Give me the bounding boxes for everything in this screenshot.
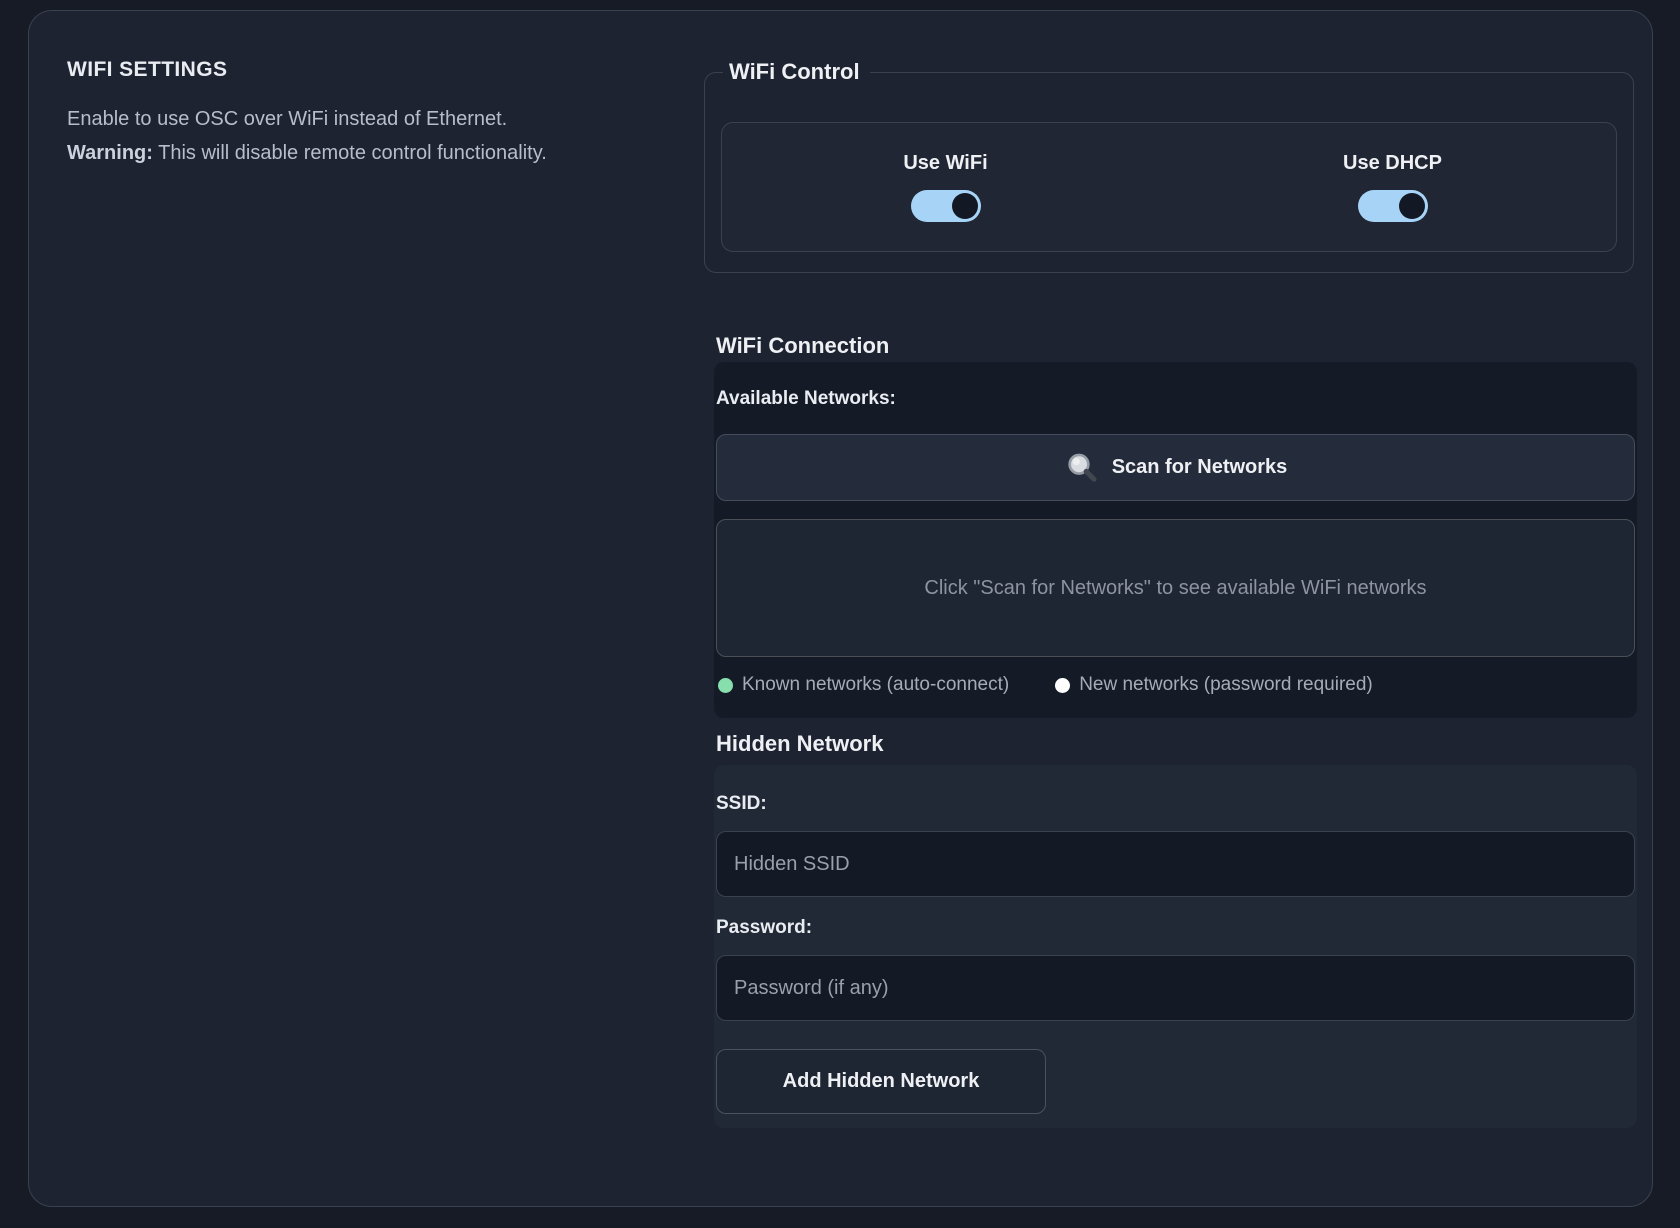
settings-description: Enable to use OSC over WiFi instead of E… bbox=[67, 102, 704, 170]
ssid-label: SSID: bbox=[716, 793, 1635, 815]
network-legend: Known networks (auto-connect) New networ… bbox=[716, 674, 1635, 696]
scan-for-networks-button[interactable]: Scan for Networks bbox=[716, 434, 1635, 501]
warning-text: This will disable remote control functio… bbox=[153, 142, 547, 164]
add-hidden-network-button[interactable]: Add Hidden Network bbox=[716, 1049, 1046, 1114]
wifi-control-title: WiFi Control bbox=[723, 59, 870, 85]
settings-card: WIFI SETTINGS Enable to use OSC over WiF… bbox=[28, 10, 1653, 1207]
hidden-network-panel: SSID: Password: Add Hidden Network bbox=[714, 765, 1637, 1128]
legend-new-networks: New networks (password required) bbox=[1055, 674, 1373, 696]
legend-known-label: Known networks (auto-connect) bbox=[742, 674, 1009, 696]
search-icon bbox=[1064, 450, 1100, 486]
wifi-connection-title: WiFi Connection bbox=[716, 333, 1634, 359]
network-list-empty-state: Click "Scan for Networks" to see availab… bbox=[716, 519, 1635, 657]
use-wifi-toggle[interactable] bbox=[911, 190, 981, 222]
new-network-dot bbox=[1055, 678, 1070, 693]
toggle-knob bbox=[952, 193, 978, 219]
known-network-dot bbox=[718, 678, 733, 693]
ssid-input[interactable] bbox=[716, 831, 1635, 897]
empty-state-text: Click "Scan for Networks" to see availab… bbox=[924, 577, 1426, 600]
password-label: Password: bbox=[716, 917, 1635, 939]
use-wifi-group: Use WiFi bbox=[722, 123, 1169, 251]
hidden-network-title: Hidden Network bbox=[716, 731, 1634, 757]
wifi-settings-intro: WIFI SETTINGS Enable to use OSC over WiF… bbox=[67, 55, 704, 1128]
password-input[interactable] bbox=[716, 955, 1635, 1021]
legend-new-label: New networks (password required) bbox=[1079, 674, 1373, 696]
available-networks-label: Available Networks: bbox=[716, 388, 1635, 410]
use-dhcp-label: Use DHCP bbox=[1343, 152, 1442, 175]
use-dhcp-group: Use DHCP bbox=[1169, 123, 1616, 251]
wifi-settings-main: WiFi Control Use WiFi Use DHCP bbox=[704, 55, 1634, 1128]
use-wifi-label: Use WiFi bbox=[903, 152, 987, 175]
wifi-control-group: WiFi Control Use WiFi Use DHCP bbox=[704, 59, 1634, 273]
use-dhcp-toggle[interactable] bbox=[1358, 190, 1428, 222]
page-title: WIFI SETTINGS bbox=[67, 55, 704, 82]
warning-label: Warning: bbox=[67, 142, 153, 164]
description-text: Enable to use OSC over WiFi instead of E… bbox=[67, 108, 507, 130]
legend-known-networks: Known networks (auto-connect) bbox=[718, 674, 1009, 696]
wifi-connection-panel: Available Networks: Scan for Networks Cl… bbox=[714, 362, 1637, 718]
scan-button-label: Scan for Networks bbox=[1112, 456, 1288, 479]
toggle-knob bbox=[1399, 193, 1425, 219]
wifi-control-toggles: Use WiFi Use DHCP bbox=[721, 122, 1617, 252]
